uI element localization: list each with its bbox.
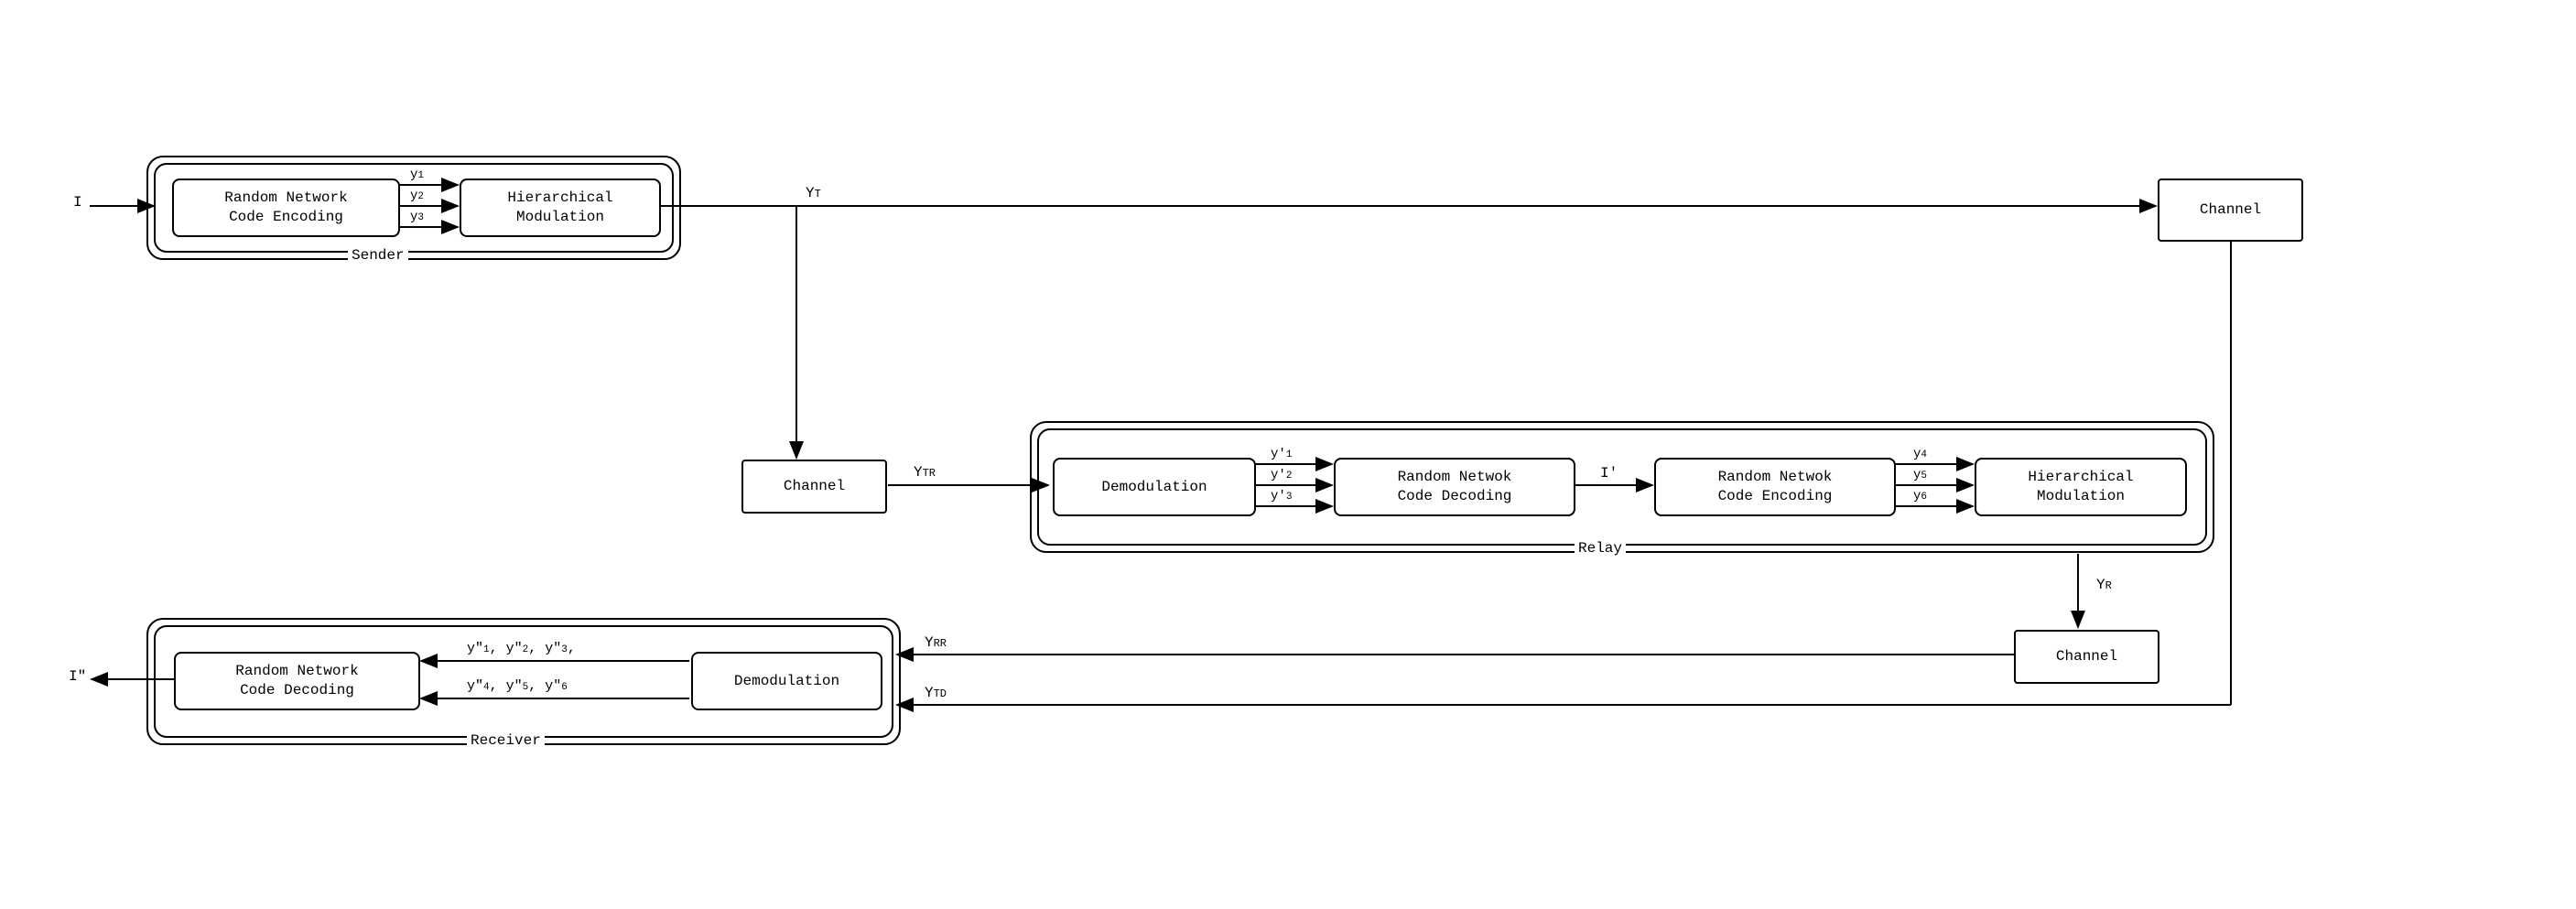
sender-y1-label: y1 xyxy=(410,168,424,182)
input-i-label: I xyxy=(73,194,82,211)
sender-encode-block: Random Network Code Encoding xyxy=(172,179,400,237)
receiver-yline2-label: y"4, y"5, y"6 xyxy=(467,678,568,694)
yr-signal-label: YR xyxy=(2096,577,2112,593)
relay-y4-label: y4 xyxy=(1913,447,1927,461)
relay-y6-label: y6 xyxy=(1913,489,1927,503)
channel-bottom: Channel xyxy=(2014,630,2159,684)
channel-relay: Channel xyxy=(741,460,887,514)
sender-y3-label: y3 xyxy=(410,210,424,224)
relay-encode-block: Random Netwok Code Encoding xyxy=(1654,458,1896,516)
ytr-signal-label: YTR xyxy=(914,464,936,481)
receiver-decode-block: Random Network Code Decoding xyxy=(174,652,420,710)
channel-top: Channel xyxy=(2158,179,2303,242)
output-i-label: I" xyxy=(69,668,86,685)
ytd-signal-label: YTD xyxy=(925,685,947,701)
relay-modulation-block: Hierarchical Modulation xyxy=(1975,458,2187,516)
yt-signal-label: YT xyxy=(806,185,821,201)
relay-decode-block: Random Netwok Code Decoding xyxy=(1334,458,1575,516)
yrr-signal-label: YRR xyxy=(925,634,947,651)
relay-group-label: Relay xyxy=(1575,540,1626,557)
receiver-demod-block: Demodulation xyxy=(691,652,882,710)
relay-y1p-label: y'1 xyxy=(1271,447,1292,461)
sender-y2-label: y2 xyxy=(410,189,424,203)
receiver-group-label: Receiver xyxy=(467,732,545,749)
relay-y5-label: y5 xyxy=(1913,468,1927,482)
sender-modulation-block: Hierarchical Modulation xyxy=(460,179,661,237)
relay-demod-block: Demodulation xyxy=(1053,458,1256,516)
relay-y2p-label: y'2 xyxy=(1271,468,1292,482)
sender-group-label: Sender xyxy=(348,247,408,264)
relay-y3p-label: y'3 xyxy=(1271,489,1292,503)
iprime-label: I' xyxy=(1600,465,1618,482)
receiver-yline1-label: y"1, y"2, y"3, xyxy=(467,641,576,656)
